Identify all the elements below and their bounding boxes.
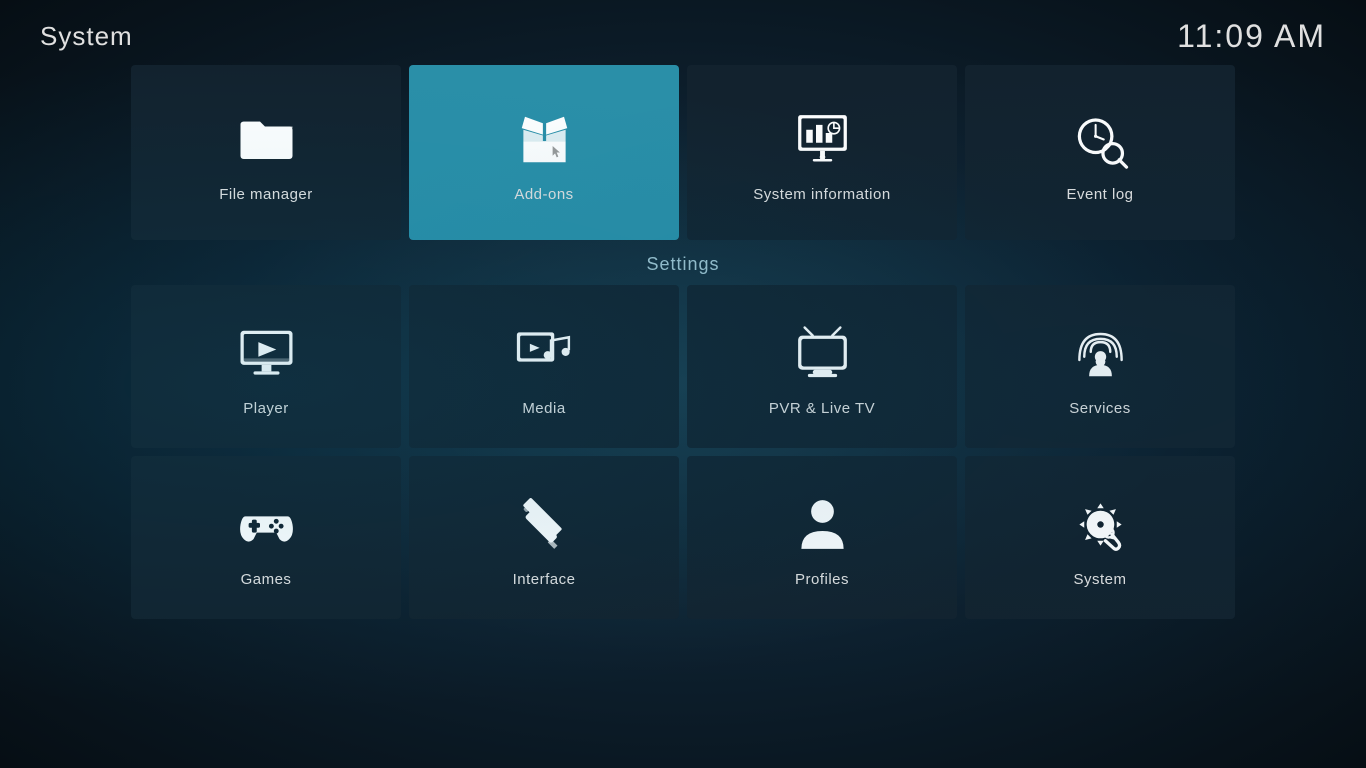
settings-row-1: Player [120,285,1246,448]
games-icon [231,489,301,559]
system-icon [1065,489,1135,559]
tile-pvr-live-tv[interactable]: PVR & Live TV [687,285,957,448]
clock-search-icon [1065,104,1135,174]
tile-file-manager[interactable]: File manager [131,65,401,240]
settings-title: Settings [120,254,1246,275]
tile-pvr-live-tv-label: PVR & Live TV [769,400,875,417]
settings-section: Settings [120,254,1246,619]
tile-add-ons-label: Add-ons [514,186,573,203]
tile-interface[interactable]: Interface [409,456,679,619]
tile-profiles[interactable]: Profiles [687,456,957,619]
page-title: System [40,21,133,52]
tv-icon [787,318,857,388]
top-tiles-row: File manager [120,65,1246,240]
header: System 11:09 AM [0,0,1366,65]
tile-system[interactable]: System [965,456,1235,619]
tile-services[interactable]: Services [965,285,1235,448]
clock: 11:09 AM [1177,18,1326,55]
tile-system-label: System [1073,571,1126,588]
tile-media-label: Media [522,400,565,417]
tile-system-information[interactable]: System information [687,65,957,240]
services-icon [1065,318,1135,388]
tile-player-label: Player [243,400,289,417]
tile-event-log-label: Event log [1066,186,1133,203]
main-content: File manager [0,65,1366,619]
box-icon [509,104,579,174]
tile-games-label: Games [241,571,292,588]
media-icon [509,318,579,388]
profiles-icon [787,489,857,559]
tile-add-ons[interactable]: Add-ons [409,65,679,240]
tile-media[interactable]: Media [409,285,679,448]
tile-file-manager-label: File manager [219,186,313,203]
chart-icon [787,104,857,174]
player-icon [231,318,301,388]
folder-icon [231,104,301,174]
tile-games[interactable]: Games [131,456,401,619]
tile-event-log[interactable]: Event log [965,65,1235,240]
tile-interface-label: Interface [513,571,576,588]
tile-system-information-label: System information [753,186,890,203]
tile-profiles-label: Profiles [795,571,849,588]
settings-row-2: Games Interface [120,456,1246,619]
tile-services-label: Services [1069,400,1131,417]
interface-icon [509,489,579,559]
tile-player[interactable]: Player [131,285,401,448]
